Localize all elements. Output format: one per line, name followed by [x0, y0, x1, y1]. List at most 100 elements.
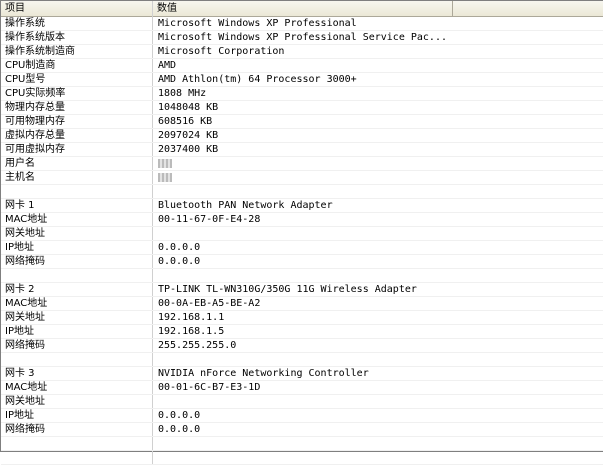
list-row[interactable]: 可用虚拟内存 2037400 KB — [1, 143, 603, 157]
row-value — [153, 157, 603, 170]
list-row[interactable]: 网卡 3 NVIDIA nForce Networking Controller — [1, 367, 603, 381]
list-row[interactable]: 物理内存总量 1048048 KB — [1, 101, 603, 115]
row-value: 00-11-67-0F-E4-28 — [158, 214, 261, 225]
row-label — [1, 451, 153, 464]
row-value: Microsoft Corporation — [158, 46, 285, 57]
row-label: 操作系统 — [1, 17, 153, 30]
row-label: CPU制造商 — [1, 59, 153, 72]
list-row[interactable]: 虚拟内存总量 2097024 KB — [1, 129, 603, 143]
redacted-value — [158, 159, 172, 168]
row-label: 网卡 3 — [1, 367, 153, 380]
list-row[interactable]: 网关地址 — [1, 395, 603, 409]
list-row[interactable]: 主机名 — [1, 171, 603, 185]
column-header-spacer — [453, 1, 603, 16]
column-header-value[interactable]: 数值 — [153, 1, 453, 16]
row-label: 网关地址 — [1, 311, 153, 324]
list-row[interactable]: 操作系统版本 Microsoft Windows XP Professional … — [1, 31, 603, 45]
list-rows: 操作系统 Microsoft Windows XP Professional 操作系… — [1, 17, 603, 465]
row-label: 网卡 2 — [1, 283, 153, 296]
row-label: 操作系统版本 — [1, 31, 153, 44]
list-row[interactable]: 用户名 — [1, 157, 603, 171]
row-label — [1, 269, 153, 282]
row-value: 192.168.1.1 — [158, 312, 225, 323]
row-value: 1808 MHz — [158, 88, 207, 99]
list-row[interactable]: CPU制造商 AMD — [1, 59, 603, 73]
list-row[interactable] — [1, 437, 603, 451]
list-row[interactable] — [1, 451, 603, 465]
row-value — [153, 171, 603, 184]
row-value — [153, 451, 603, 464]
row-value: 2037400 KB — [158, 144, 219, 155]
row-label — [1, 185, 153, 198]
row-value: 0.0.0.0 — [158, 256, 201, 267]
row-label: IP地址 — [1, 325, 153, 338]
list-row[interactable]: 网络掩码 255.255.255.0 — [1, 339, 603, 353]
row-label — [1, 437, 153, 450]
row-value: Bluetooth PAN Network Adapter — [158, 200, 333, 211]
row-value — [153, 437, 603, 450]
row-label: 网卡 1 — [1, 199, 153, 212]
row-label — [1, 353, 153, 366]
redacted-value — [158, 173, 172, 182]
column-header-item[interactable]: 项目 — [1, 1, 153, 16]
list-row[interactable]: MAC地址 00-11-67-0F-E4-28 — [1, 213, 603, 227]
row-label: 网络掩码 — [1, 339, 153, 352]
row-label: 网关地址 — [1, 395, 153, 408]
list-row[interactable]: CPU型号 AMD Athlon(tm) 64 Processor 3000+ — [1, 73, 603, 87]
list-row[interactable]: 网络掩码 0.0.0.0 — [1, 255, 603, 269]
row-label: CPU型号 — [1, 73, 153, 86]
row-label: 用户名 — [1, 157, 153, 170]
column-header: 项目 数值 — [1, 1, 603, 17]
row-value — [153, 185, 603, 198]
row-value: AMD — [158, 60, 177, 71]
row-value: 0.0.0.0 — [158, 424, 201, 435]
list-row[interactable]: IP地址 0.0.0.0 — [1, 241, 603, 255]
row-label: IP地址 — [1, 241, 153, 254]
list-row[interactable]: MAC地址 00-01-6C-B7-E3-1D — [1, 381, 603, 395]
row-label: 可用物理内存 — [1, 115, 153, 128]
row-label: 操作系统制造商 — [1, 45, 153, 58]
row-value: 0.0.0.0 — [158, 410, 201, 421]
row-label: 虚拟内存总量 — [1, 129, 153, 142]
system-info-listview[interactable]: 项目 数值 操作系统 Microsoft Windows XP Professio… — [0, 0, 603, 465]
row-value: 1048048 KB — [158, 102, 219, 113]
row-label: 网络掩码 — [1, 255, 153, 268]
row-label: MAC地址 — [1, 381, 153, 394]
row-value: 255.255.255.0 — [158, 340, 237, 351]
list-row[interactable]: 网卡 2 TP-LINK TL-WN310G/350G 11G Wireless … — [1, 283, 603, 297]
row-value: 00-01-6C-B7-E3-1D — [158, 382, 261, 393]
list-row[interactable]: CPU实际频率 1808 MHz — [1, 87, 603, 101]
row-label: 可用虚拟内存 — [1, 143, 153, 156]
row-label: CPU实际频率 — [1, 87, 153, 100]
list-row[interactable] — [1, 269, 603, 283]
row-label: MAC地址 — [1, 213, 153, 226]
list-row[interactable]: 可用物理内存 608516 KB — [1, 115, 603, 129]
row-value — [153, 227, 603, 240]
list-row[interactable]: 网关地址 — [1, 227, 603, 241]
row-value: Microsoft Windows XP Professional — [158, 18, 357, 29]
row-label: IP地址 — [1, 409, 153, 422]
row-label: 网络掩码 — [1, 423, 153, 436]
row-value: 608516 KB — [158, 116, 213, 127]
row-value — [153, 395, 603, 408]
list-row[interactable] — [1, 185, 603, 199]
list-row[interactable]: 操作系统 Microsoft Windows XP Professional — [1, 17, 603, 31]
row-label: 物理内存总量 — [1, 101, 153, 114]
row-value: 2097024 KB — [158, 130, 219, 141]
row-value: 00-0A-EB-A5-BE-A2 — [158, 298, 261, 309]
row-value — [153, 353, 603, 366]
list-row[interactable]: 网络掩码 0.0.0.0 — [1, 423, 603, 437]
list-row[interactable]: 网卡 1 Bluetooth PAN Network Adapter — [1, 199, 603, 213]
list-row[interactable] — [1, 353, 603, 367]
list-row[interactable]: IP地址 192.168.1.5 — [1, 325, 603, 339]
list-row[interactable]: IP地址 0.0.0.0 — [1, 409, 603, 423]
row-value: 0.0.0.0 — [158, 242, 201, 253]
row-label: 网关地址 — [1, 227, 153, 240]
list-row[interactable]: MAC地址 00-0A-EB-A5-BE-A2 — [1, 297, 603, 311]
row-value: TP-LINK TL-WN310G/350G 11G Wireless Adap… — [158, 284, 417, 295]
row-value — [153, 269, 603, 282]
list-row[interactable]: 网关地址 192.168.1.1 — [1, 311, 603, 325]
row-value: AMD Athlon(tm) 64 Processor 3000+ — [158, 74, 357, 85]
row-value: NVIDIA nForce Networking Controller — [158, 368, 369, 379]
list-row[interactable]: 操作系统制造商 Microsoft Corporation — [1, 45, 603, 59]
